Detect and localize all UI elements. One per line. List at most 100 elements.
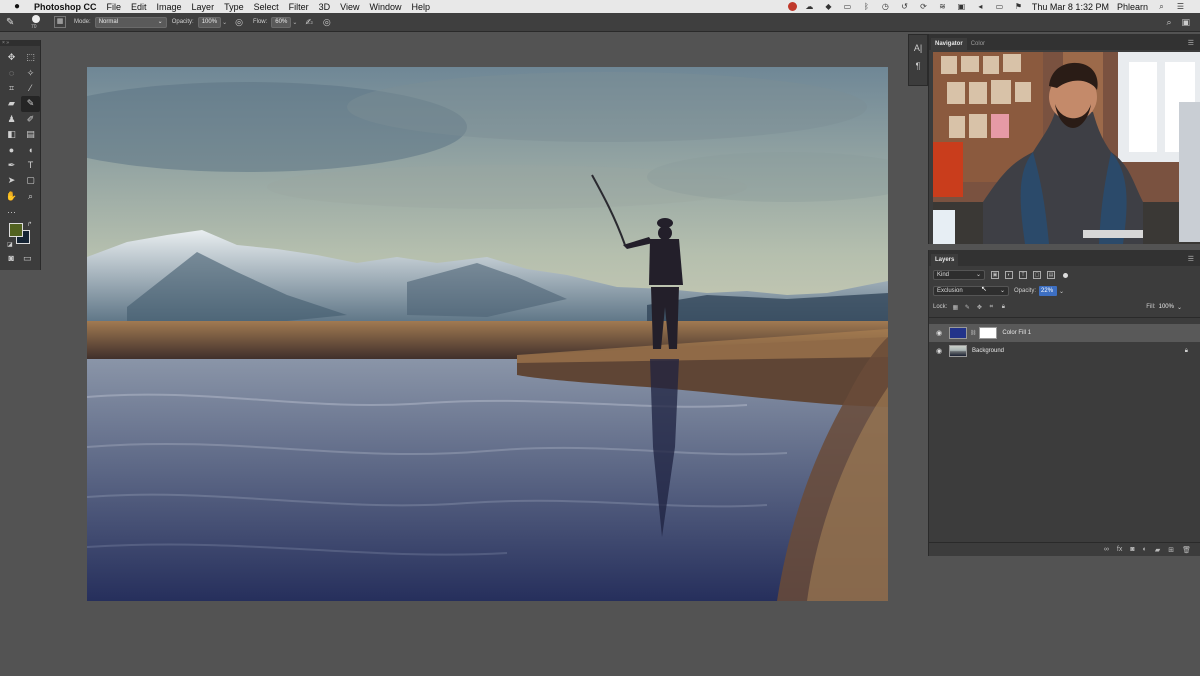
brush-tool-preset-icon[interactable]: ✎ bbox=[6, 17, 26, 28]
clock[interactable]: Thu Mar 8 1:32 PM bbox=[1032, 2, 1109, 12]
hand-tool-icon[interactable]: ✋ bbox=[2, 189, 21, 204]
layer-opacity-field[interactable]: 22% bbox=[1039, 286, 1058, 296]
visibility-eye-icon[interactable]: ◉ bbox=[929, 347, 949, 355]
path-selection-icon[interactable]: ➤ bbox=[2, 173, 21, 188]
shape-tool-icon[interactable]: ▢ bbox=[21, 173, 40, 188]
notification-list-icon[interactable]: ☰ bbox=[1174, 2, 1187, 11]
layer-row-color-fill[interactable]: ◉ ⛓ Color Fill 1 bbox=[929, 324, 1200, 342]
user-name[interactable]: Phlearn bbox=[1117, 2, 1148, 12]
brush-tool-icon[interactable]: ✎ bbox=[21, 96, 40, 112]
lock-all-icon[interactable]: 🔒︎ bbox=[999, 304, 1007, 311]
panel-menu-icon[interactable]: ☰ bbox=[1188, 39, 1194, 47]
lasso-tool-icon[interactable]: ◌ bbox=[2, 65, 21, 80]
timer-icon[interactable]: ◷ bbox=[879, 2, 892, 11]
marquee-tool-icon[interactable]: ⬚ bbox=[21, 50, 40, 65]
clone-stamp-icon[interactable]: ♟ bbox=[2, 112, 21, 127]
chevron-down-icon[interactable]: ⌄ bbox=[222, 19, 227, 26]
magic-wand-icon[interactable]: ✧ bbox=[21, 65, 40, 80]
menu-image[interactable]: Image bbox=[157, 2, 182, 12]
sync-icon[interactable]: ⟳ bbox=[917, 2, 930, 11]
creative-cloud-icon[interactable]: ☁ bbox=[803, 2, 816, 11]
pressure-opacity-icon[interactable]: ◎ bbox=[235, 17, 243, 28]
lock-transparent-icon[interactable]: ▦ bbox=[951, 304, 959, 311]
pixel-filter-icon[interactable]: ▣ bbox=[991, 271, 999, 279]
apple-icon[interactable]: ● bbox=[10, 1, 24, 12]
quick-mask-icon[interactable]: ◙ bbox=[9, 253, 14, 264]
layer-filter-kind-select[interactable]: Kind ⌄ bbox=[933, 270, 985, 280]
dodge-tool-icon[interactable]: ◖ bbox=[21, 142, 40, 157]
menu-view[interactable]: View bbox=[340, 2, 359, 12]
menu-file[interactable]: File bbox=[107, 2, 122, 12]
background-thumbnail[interactable] bbox=[949, 345, 967, 357]
mode-select[interactable]: Normal ⌄ bbox=[94, 16, 167, 28]
delete-layer-icon[interactable]: 🗑︎ bbox=[1182, 546, 1191, 554]
blend-mode-select[interactable]: Exclusion ⌄ bbox=[933, 286, 1009, 296]
lock-artboard-icon[interactable]: ⌗ bbox=[987, 304, 995, 311]
screen-mode-icon[interactable]: ▭ bbox=[23, 253, 32, 264]
brush-preset-picker[interactable]: 70 bbox=[26, 14, 48, 30]
flag-icon[interactable]: ⚑ bbox=[1012, 2, 1025, 11]
default-colors-icon[interactable]: ◪ bbox=[7, 241, 13, 248]
chevron-down-icon[interactable]: ⌄ bbox=[292, 19, 297, 26]
link-layers-icon[interactable]: ∞ bbox=[1104, 546, 1109, 553]
dropbox-icon[interactable]: ◆ bbox=[822, 2, 835, 11]
layer-mask-thumbnail[interactable] bbox=[979, 327, 998, 339]
search-icon[interactable]: ⌕ bbox=[1166, 17, 1171, 28]
menu-3d[interactable]: 3D bbox=[319, 2, 331, 12]
foreground-color-swatch[interactable] bbox=[9, 223, 23, 238]
new-group-icon[interactable]: ▰ bbox=[1155, 546, 1160, 554]
fill-field[interactable]: 100% bbox=[1159, 304, 1174, 310]
menu-help[interactable]: Help bbox=[411, 2, 430, 12]
menu-select[interactable]: Select bbox=[254, 2, 279, 12]
record-icon[interactable] bbox=[787, 2, 797, 11]
layer-name[interactable]: Color Fill 1 bbox=[1002, 330, 1031, 336]
color-fill-thumbnail[interactable] bbox=[949, 327, 967, 339]
character-panel-icon[interactable]: A| bbox=[909, 43, 927, 53]
lock-image-icon[interactable]: ✎ bbox=[963, 304, 971, 311]
app-name[interactable]: Photoshop CC bbox=[34, 2, 97, 12]
lock-position-icon[interactable]: ✥ bbox=[975, 304, 983, 311]
menu-layer[interactable]: Layer bbox=[192, 2, 215, 12]
menu-type[interactable]: Type bbox=[224, 2, 244, 12]
type-tool-icon[interactable]: T bbox=[21, 158, 40, 173]
wifi-icon[interactable]: ≋ bbox=[936, 2, 949, 11]
layer-style-fx-icon[interactable]: fx bbox=[1117, 546, 1122, 553]
tab-color[interactable]: Color bbox=[967, 38, 989, 50]
shape-filter-icon[interactable]: ▢ bbox=[1033, 271, 1041, 279]
chevron-down-icon[interactable]: ⌄ bbox=[1177, 304, 1182, 311]
screen-icon[interactable]: ▭ bbox=[841, 2, 854, 11]
spotlight-search-icon[interactable]: ⌕ bbox=[1155, 2, 1168, 11]
paragraph-panel-icon[interactable]: ¶ bbox=[909, 61, 927, 71]
move-tool-icon[interactable]: ✥ bbox=[2, 50, 21, 65]
visibility-eye-icon[interactable]: ◉ bbox=[929, 329, 949, 337]
blur-tool-icon[interactable]: ● bbox=[2, 142, 21, 157]
battery-icon[interactable]: ▭ bbox=[993, 2, 1006, 11]
healing-brush-icon[interactable]: ▰ bbox=[2, 96, 21, 111]
pen-tool-icon[interactable]: ✒ bbox=[2, 158, 21, 173]
layer-row-background[interactable]: ◉ Background 🔒︎ bbox=[929, 342, 1200, 360]
new-layer-icon[interactable]: ⊞ bbox=[1168, 546, 1174, 554]
eyedropper-icon[interactable]: ⁄ bbox=[21, 81, 40, 96]
volume-icon[interactable]: ◂ bbox=[974, 2, 987, 11]
zoom-tool-icon[interactable]: ⌕ bbox=[21, 189, 40, 204]
brush-settings-icon[interactable]: ▦ bbox=[54, 16, 66, 28]
more-tools-icon[interactable]: ··· bbox=[2, 204, 21, 219]
crop-tool-icon[interactable]: ⌗ bbox=[2, 81, 21, 96]
menu-window[interactable]: Window bbox=[369, 2, 401, 12]
document-canvas[interactable] bbox=[87, 67, 888, 601]
new-adjustment-layer-icon[interactable]: ◐ bbox=[1143, 546, 1147, 553]
adjustment-filter-icon[interactable]: ◐ bbox=[1005, 271, 1013, 279]
filter-toggle-icon[interactable] bbox=[1063, 272, 1068, 278]
menu-filter[interactable]: Filter bbox=[289, 2, 309, 12]
link-icon[interactable]: ⛓ bbox=[970, 330, 976, 336]
pressure-size-icon[interactable]: ◎ bbox=[323, 17, 331, 28]
gradient-icon[interactable]: ▤ bbox=[21, 127, 40, 142]
history-brush-icon[interactable]: ✐ bbox=[21, 112, 40, 127]
type-filter-icon[interactable]: T bbox=[1019, 271, 1027, 279]
tab-layers[interactable]: Layers bbox=[931, 254, 959, 266]
tab-navigator[interactable]: Navigator bbox=[931, 38, 967, 50]
airplay-icon[interactable]: ▣ bbox=[955, 2, 968, 11]
smart-object-filter-icon[interactable]: ▤ bbox=[1047, 271, 1055, 279]
add-mask-icon[interactable]: ◙ bbox=[1130, 546, 1134, 553]
chevron-down-icon[interactable]: ⌄ bbox=[1059, 288, 1064, 295]
